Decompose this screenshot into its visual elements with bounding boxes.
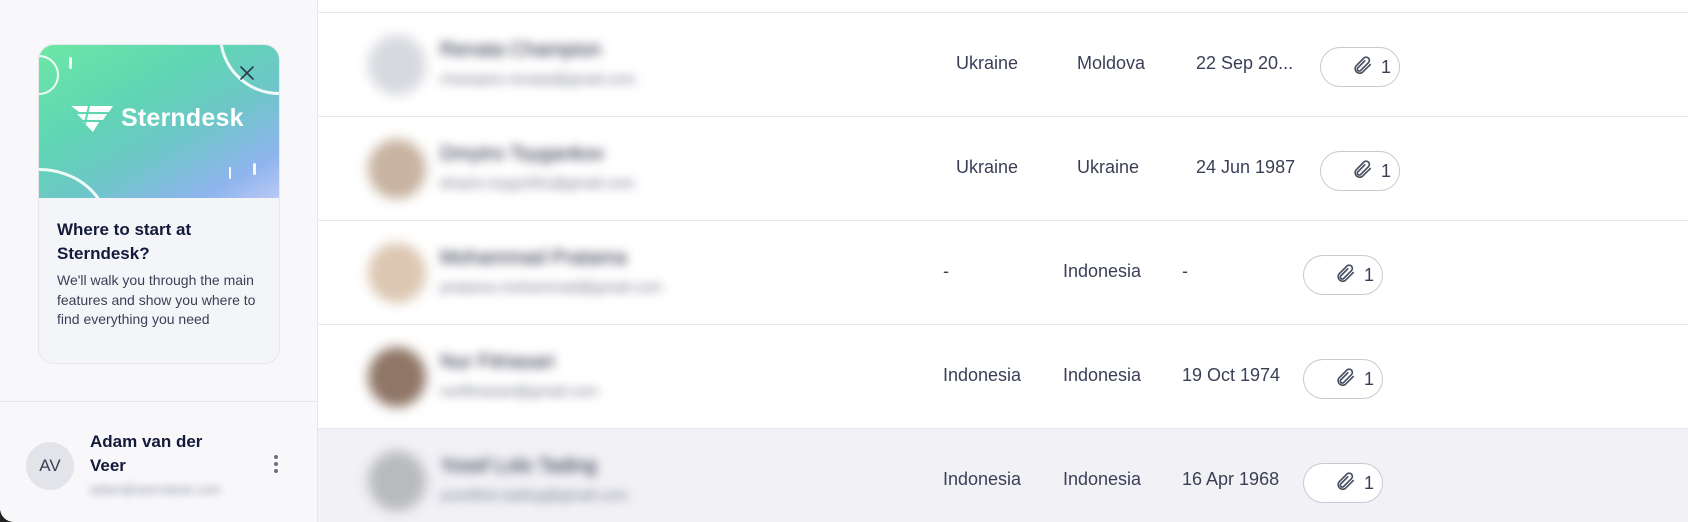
nationality-cell: Ukraine: [956, 53, 1019, 73]
nationality-cell: Indonesia: [943, 365, 1022, 385]
sterndesk-logo: Sterndesk: [69, 102, 244, 134]
birthdate-cell: 24 Jun 1987: [1196, 157, 1296, 177]
onboarding-banner: Sterndesk: [39, 45, 279, 198]
person-name: Renata Champion: [440, 39, 602, 61]
sterndesk-logo-icon: [71, 105, 113, 133]
attachments-button[interactable]: 1: [1320, 151, 1400, 191]
paperclip-icon: [1351, 158, 1373, 185]
attachments-count: 1: [1364, 472, 1375, 493]
residence-cell: Indonesia: [1063, 261, 1142, 281]
birthdate-cell: 22 Sep 20...: [1196, 53, 1294, 73]
table-row: [318, 0, 1688, 13]
residence-cell: Indonesia: [1063, 469, 1142, 489]
table-row[interactable]: Renata Champion champion.renata@gmail.com…: [318, 13, 1688, 117]
table-row[interactable]: Yosef Lolo Tading yoseflolo.tading@gmail.…: [318, 429, 1688, 522]
table-row[interactable]: Dmytro Tsygankov dmytro.tsyg1991@gmail.co…: [318, 117, 1688, 221]
person-email: nurfitriasari@gmail.com: [440, 383, 598, 400]
person-email: pratama.mohammad@gmail.com: [440, 279, 662, 296]
person-name: Yosef Lolo Tading: [440, 455, 597, 477]
sidebar: Sterndesk Where to start at Sterndesk? W…: [0, 0, 318, 522]
person-name: Nur Fitriasari: [440, 351, 555, 373]
person-photo: [368, 451, 426, 511]
person-name: Dmytro Tsygankov: [440, 143, 605, 165]
attachments-count: 1: [1381, 160, 1392, 181]
attachments-count: 1: [1364, 264, 1375, 285]
nationality-cell: Indonesia: [943, 469, 1022, 489]
more-options-icon[interactable]: [268, 452, 284, 476]
paperclip-icon: [1334, 470, 1356, 497]
paperclip-icon: [1334, 262, 1356, 289]
person-photo: [368, 35, 426, 95]
attachments-button[interactable]: 1: [1303, 255, 1383, 295]
attachments-count: 1: [1364, 368, 1375, 389]
residence-cell: Indonesia: [1063, 365, 1142, 385]
person-photo: [368, 347, 426, 407]
residence-cell: Moldova: [1077, 53, 1146, 73]
people-table: Renata Champion champion.renata@gmail.com…: [318, 0, 1688, 522]
person-name: Mohammad Pratama: [440, 247, 627, 269]
user-name: Adam van der Veer: [90, 432, 203, 475]
brand-name: Sterndesk: [121, 103, 244, 132]
app-window: Sterndesk Where to start at Sterndesk? W…: [0, 0, 1688, 522]
person-email: yoseflolo.tading@gmail.com: [440, 487, 628, 504]
birthdate-cell: 19 Oct 1974: [1182, 365, 1281, 385]
person-photo: [368, 139, 426, 199]
birthdate-cell: 16 Apr 1968: [1182, 469, 1280, 489]
nationality-cell: Ukraine: [956, 157, 1019, 177]
residence-cell: Ukraine: [1077, 157, 1140, 177]
paperclip-icon: [1351, 54, 1373, 81]
nationality-cell: -: [943, 261, 949, 281]
attachments-count: 1: [1381, 56, 1392, 77]
person-email: dmytro.tsyg1991@gmail.com: [440, 175, 635, 192]
attachments-button[interactable]: 1: [1303, 359, 1383, 399]
person-email: champion.renata@gmail.com: [440, 71, 636, 88]
table-row[interactable]: Nur Fitriasari nurfitriasari@gmail.com Ind…: [318, 325, 1688, 429]
onboarding-card[interactable]: Sterndesk Where to start at Sterndesk? W…: [38, 44, 280, 364]
attachments-button[interactable]: 1: [1303, 463, 1383, 503]
paperclip-icon: [1334, 366, 1356, 393]
attachments-button[interactable]: 1: [1320, 47, 1400, 87]
onboarding-description: We'll walk you through the main features…: [57, 272, 256, 327]
person-photo: [368, 243, 426, 303]
birthdate-cell: -: [1182, 261, 1188, 281]
close-icon[interactable]: [235, 61, 259, 85]
avatar: AV: [26, 442, 74, 490]
user-email: adam@sterndesk.com: [90, 482, 221, 497]
onboarding-title: Where to start at Sterndesk?: [57, 220, 192, 263]
table-row[interactable]: Mohammad Pratama pratama.mohammad@gmail.c…: [318, 221, 1688, 325]
